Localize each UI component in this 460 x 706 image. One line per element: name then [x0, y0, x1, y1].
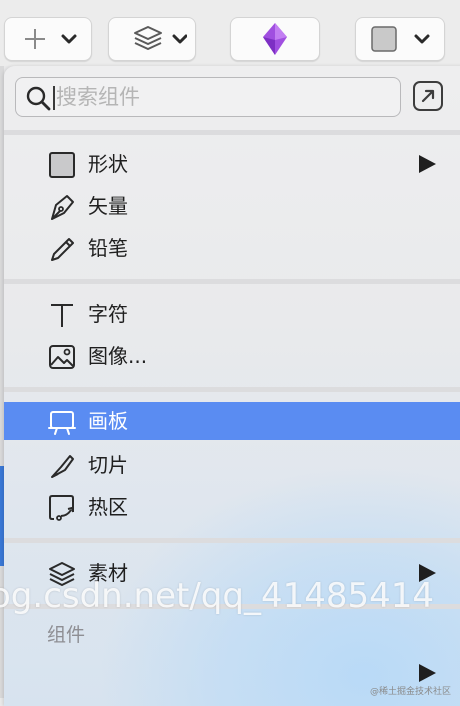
menu-item-label: 矢量	[88, 194, 128, 218]
layers-stack-icon	[134, 26, 187, 50]
menu-item-slice[interactable]: 切片	[4, 446, 460, 484]
menu-item-vector[interactable]: 矢量	[4, 187, 460, 225]
plus-icon	[25, 29, 77, 49]
menu-item-text[interactable]: 字符	[4, 295, 460, 333]
square-icon	[49, 152, 75, 178]
menu-item-label: 形状	[88, 152, 128, 176]
menu-item-label: 字符	[88, 302, 128, 326]
insert-button[interactable]	[4, 17, 92, 61]
text-icon	[51, 304, 73, 327]
menu-item-image[interactable]: 图像...	[4, 337, 460, 375]
separator	[4, 279, 460, 284]
artboard-icon	[48, 411, 76, 435]
search-input[interactable]	[56, 78, 386, 116]
pencil-icon	[51, 238, 74, 261]
menu-item-pencil[interactable]: 铅笔	[4, 229, 460, 267]
submenu-arrow-icon	[419, 155, 436, 173]
separator	[4, 130, 460, 135]
fill-swatch-icon	[371, 26, 430, 52]
menu-item-shape[interactable]: 形状	[4, 145, 460, 183]
knife-icon	[51, 455, 74, 478]
layers-menu-button[interactable]	[108, 17, 196, 61]
components-section-header: 组件	[47, 624, 86, 646]
menu-item-label: 铅笔	[88, 236, 128, 260]
submenu-arrow-icon	[419, 664, 436, 682]
menu-item-label: 图像...	[88, 344, 148, 368]
separator	[4, 387, 460, 392]
pen-icon	[51, 195, 74, 220]
menu-item-label: 切片	[88, 453, 128, 477]
search-icon	[26, 86, 51, 111]
corner-watermark: @稀土掘金技术社区	[370, 687, 452, 697]
style-button[interactable]	[355, 17, 445, 61]
menu-item-hotspot[interactable]: 热区	[4, 488, 460, 526]
toolbar	[0, 0, 460, 66]
text-caret	[53, 86, 55, 110]
menu-item-artboard[interactable]: 画板	[4, 402, 460, 440]
symbols-button[interactable]	[230, 17, 320, 61]
menu-item-label: 画板	[88, 409, 128, 433]
image-icon	[49, 345, 75, 369]
search-field[interactable]	[15, 77, 401, 117]
gem-icon	[263, 23, 287, 55]
hotspot-icon	[49, 495, 74, 521]
watermark-text: og.csdn.net/qq_41485414	[0, 576, 435, 616]
menu-item-label: 热区	[88, 495, 128, 519]
arrow-up-right-icon	[421, 89, 435, 103]
separator	[4, 538, 460, 543]
open-library-button[interactable]	[413, 81, 443, 111]
